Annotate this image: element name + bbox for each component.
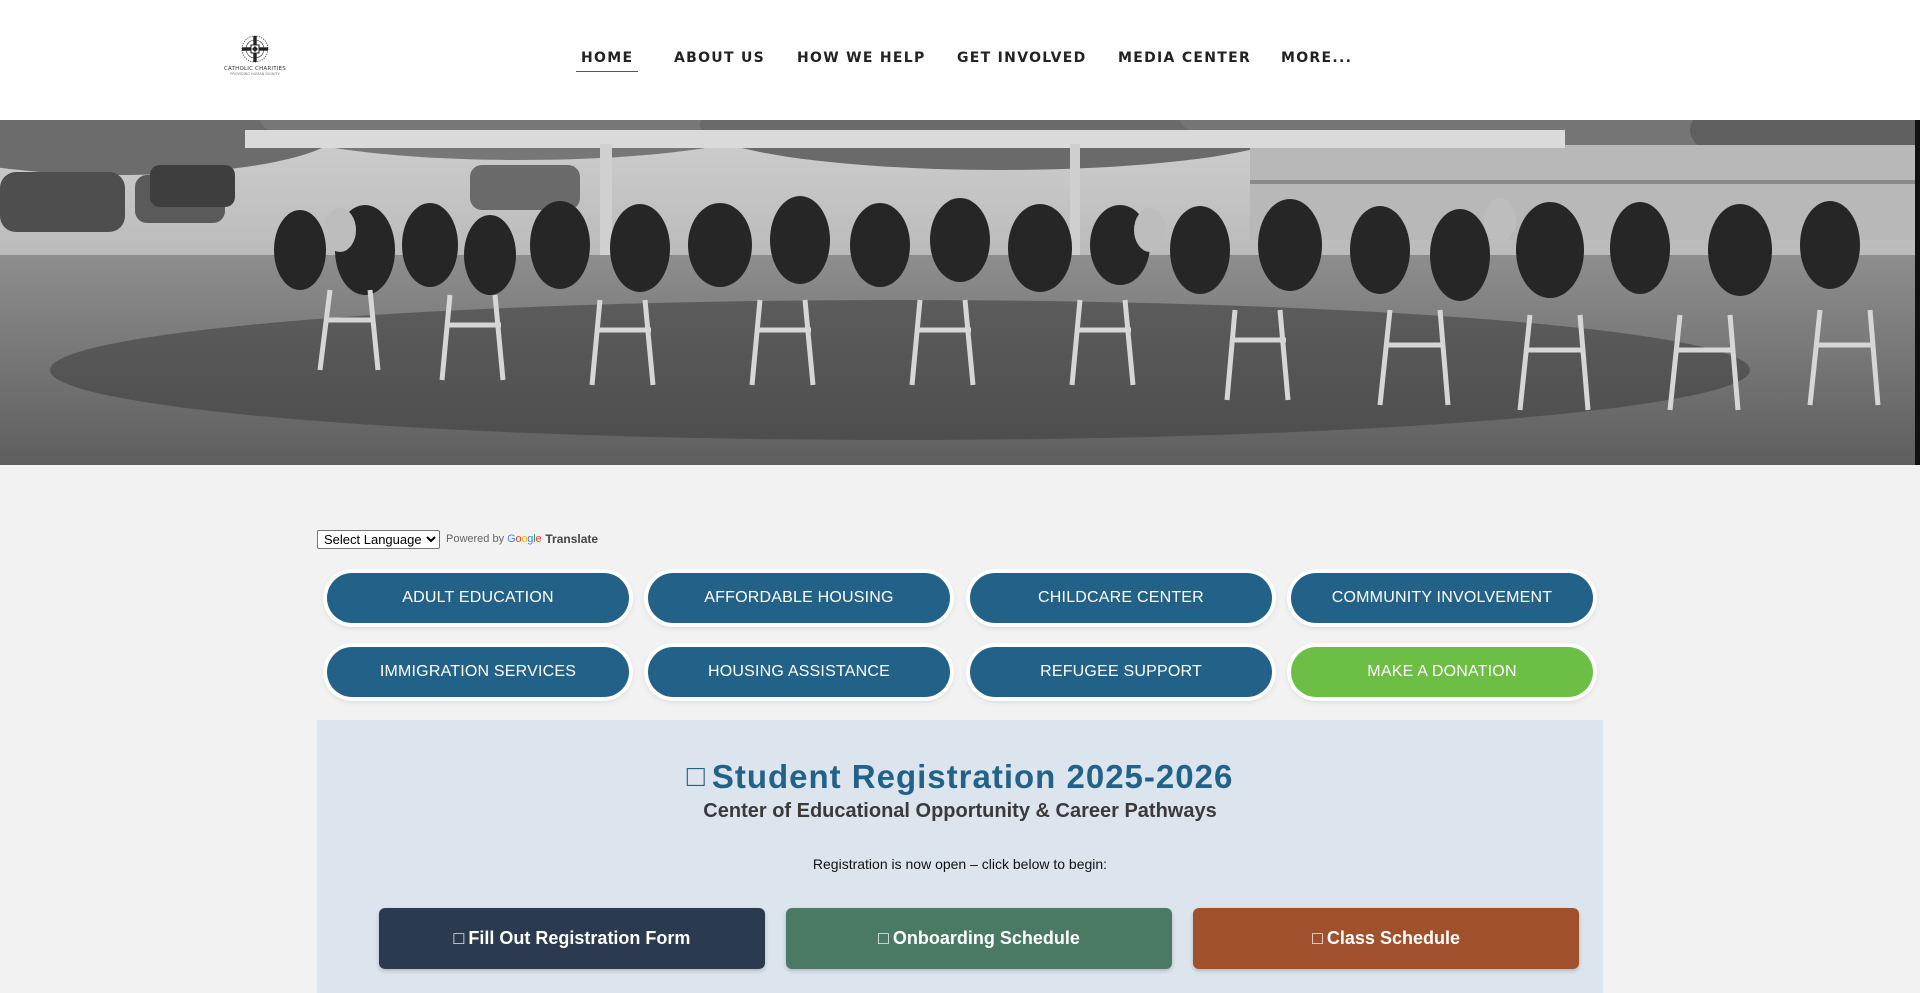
onboarding-schedule-button[interactable]: □ Onboarding Schedule [786, 908, 1172, 969]
nav-more[interactable]: MORE... [1281, 48, 1352, 68]
registration-form-button[interactable]: □ Fill Out Registration Form [379, 908, 765, 969]
student-registration-panel: □ Student Registration 2025-2026 Center o… [317, 720, 1603, 993]
childcare-center-button[interactable]: CHILDCARE CENTER [970, 573, 1272, 623]
housing-assistance-button[interactable]: HOUSING ASSISTANCE [648, 647, 950, 697]
nav-get-involved[interactable]: GET INVOLVED [957, 48, 1087, 68]
class-schedule-icon: □ [1312, 928, 1323, 948]
nav-how-we-help[interactable]: HOW WE HELP [797, 48, 926, 68]
refugee-support-button[interactable]: REFUGEE SUPPORT [970, 647, 1272, 697]
registration-note: Registration is now open – click below t… [812, 856, 1108, 872]
google-translate-widget: Select Language Powered by Google Transl… [317, 529, 598, 549]
nav-home[interactable]: HOME [575, 48, 639, 72]
community-involvement-button[interactable]: COMMUNITY INVOLVEMENT [1291, 573, 1593, 623]
registration-title-text: Student Registration 2025-2026 [711, 758, 1234, 795]
registration-form-icon: □ [453, 928, 465, 948]
registration-title: □ Student Registration 2025-2026 [317, 758, 1603, 796]
hero-image [0, 120, 1920, 465]
google-logo: Google [507, 533, 542, 545]
class-schedule-label: Class Schedule [1326, 928, 1460, 948]
hero-photo [0, 120, 1920, 465]
registration-form-label: Fill Out Registration Form [468, 928, 691, 948]
title-placeholder-icon: □ [686, 760, 706, 793]
powered-by-label: Powered by [446, 533, 505, 545]
translate-link[interactable]: Translate [545, 532, 598, 546]
nav-media-center[interactable]: MEDIA CENTER [1118, 48, 1251, 68]
affordable-housing-button[interactable]: AFFORDABLE HOUSING [648, 573, 950, 623]
onboarding-schedule-icon: □ [878, 928, 889, 948]
main-nav: HOME ABOUT US HOW WE HELP GET INVOLVED M… [0, 48, 1920, 74]
registration-subtitle: Center of Educational Opportunity & Care… [703, 800, 1217, 822]
nav-about-us[interactable]: ABOUT US [674, 48, 765, 68]
class-schedule-button[interactable]: □ Class Schedule [1193, 908, 1579, 969]
onboarding-schedule-label: Onboarding Schedule [892, 928, 1080, 948]
adult-education-button[interactable]: ADULT EDUCATION [327, 573, 629, 623]
hero-edge-shadow [1915, 120, 1920, 465]
site-header: CATHOLIC CHARITIES PROVIDING HUMAN DIGNI… [0, 0, 1920, 120]
make-a-donation-button[interactable]: MAKE A DONATION [1291, 647, 1593, 697]
immigration-services-button[interactable]: IMMIGRATION SERVICES [327, 647, 629, 697]
language-select[interactable]: Select Language [317, 529, 440, 549]
